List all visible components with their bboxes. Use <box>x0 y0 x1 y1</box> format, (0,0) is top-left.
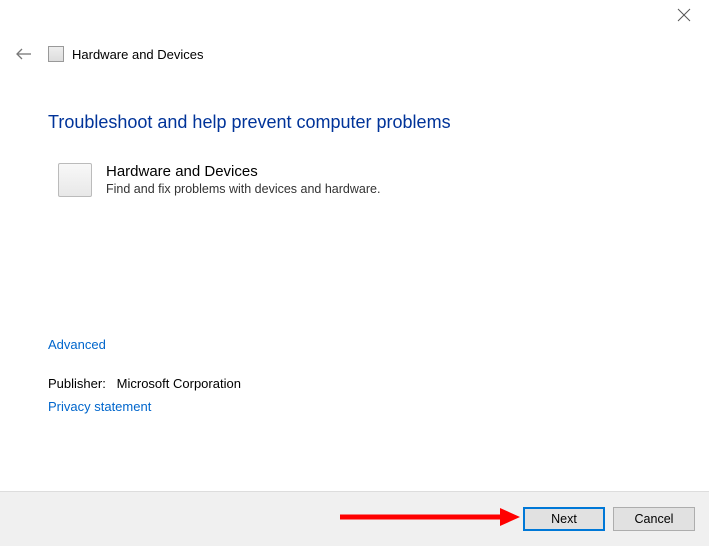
cancel-button[interactable]: Cancel <box>613 507 695 531</box>
window-title: Hardware and Devices <box>72 47 204 62</box>
next-button[interactable]: Next <box>523 507 605 531</box>
content-area: Troubleshoot and help prevent computer p… <box>0 68 709 414</box>
advanced-link[interactable]: Advanced <box>48 337 106 352</box>
device-icon <box>58 163 92 197</box>
item-title: Hardware and Devices <box>106 163 380 180</box>
page-headline: Troubleshoot and help prevent computer p… <box>48 112 661 133</box>
troubleshooter-icon <box>48 46 64 62</box>
publisher-label: Publisher: <box>48 376 106 391</box>
troubleshooter-item: Hardware and Devices Find and fix proble… <box>58 163 661 197</box>
footer-bar: Next Cancel <box>0 491 709 546</box>
back-arrow-icon[interactable] <box>14 44 34 64</box>
publisher-row: Publisher: Microsoft Corporation <box>48 376 661 391</box>
titlebar <box>0 0 709 40</box>
publisher-value: Microsoft Corporation <box>117 376 241 391</box>
item-description: Find and fix problems with devices and h… <box>106 182 380 196</box>
close-icon[interactable] <box>677 8 691 22</box>
header-row: Hardware and Devices <box>0 40 709 68</box>
privacy-link[interactable]: Privacy statement <box>48 399 151 414</box>
